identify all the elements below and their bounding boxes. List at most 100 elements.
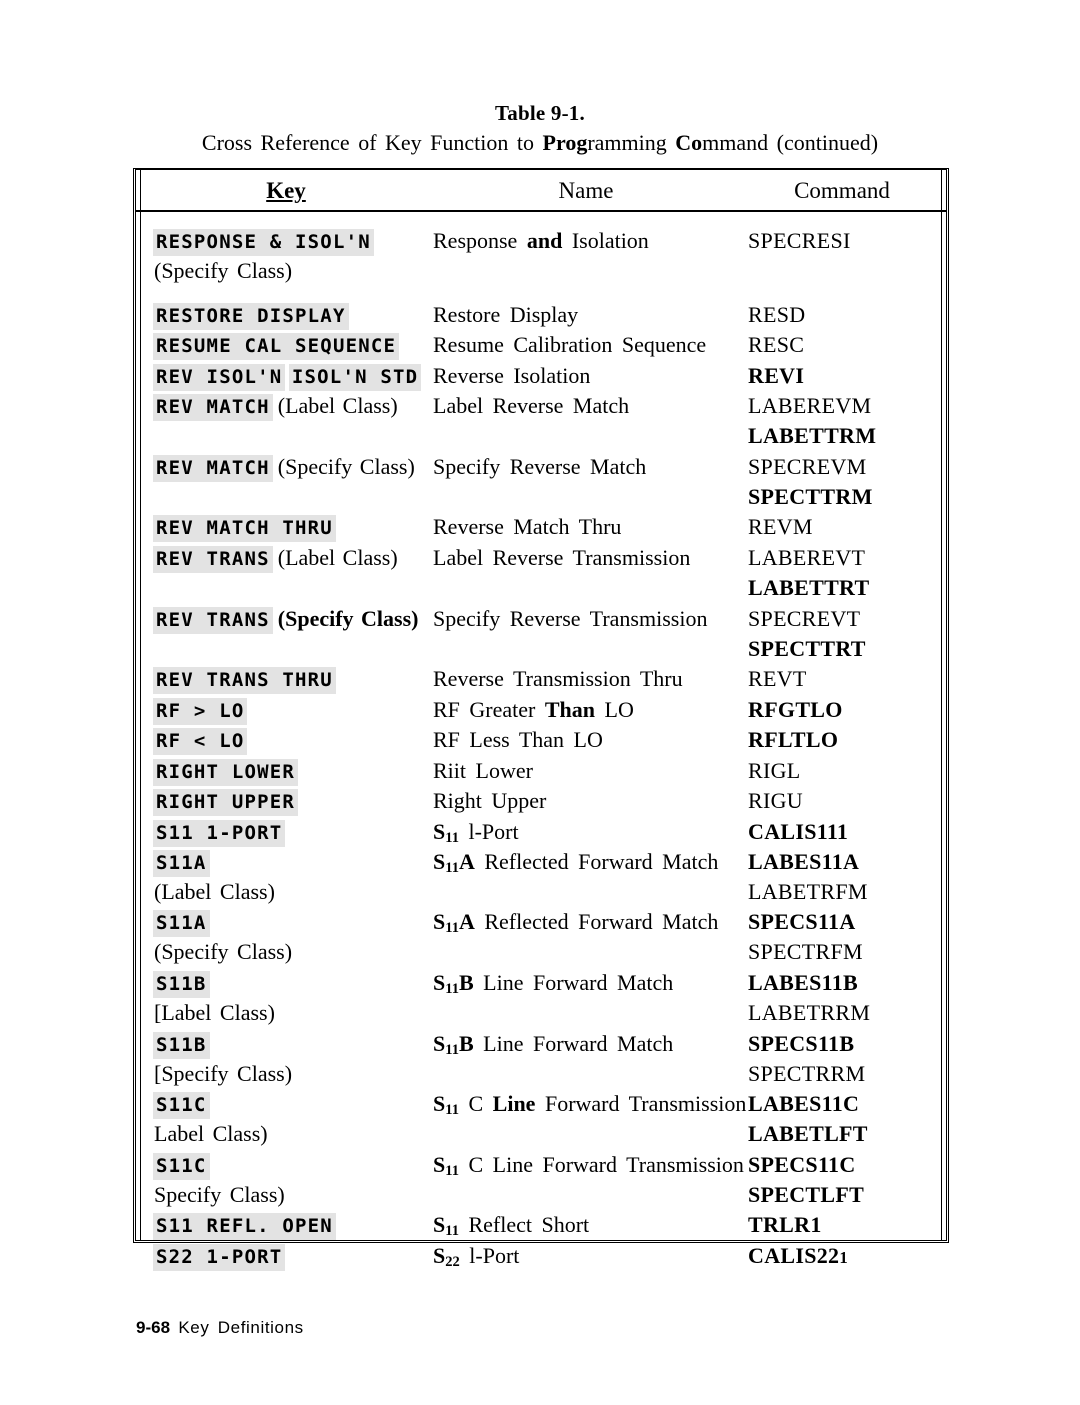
front-panel-key[interactable]: REV MATCH — [154, 456, 272, 481]
key-label-group[interactable]: S11B — [154, 970, 209, 997]
s-parameter-symbol: S11B — [433, 1031, 474, 1059]
front-panel-key[interactable]: S11A — [154, 851, 209, 876]
front-panel-key[interactable]: ISOL'N STD — [289, 365, 421, 390]
key-label-group[interactable]: RF > LO — [154, 697, 247, 724]
front-panel-key[interactable]: S11B — [154, 972, 209, 997]
key-cell[interactable]: RF > LO — [154, 697, 247, 724]
front-panel-key[interactable]: RIGHT LOWER — [154, 760, 298, 785]
key-label-group[interactable]: REV MATCH (Label Class) — [154, 393, 398, 420]
key-cell[interactable]: RESUME CAL SEQUENCE — [154, 332, 399, 359]
front-panel-key[interactable]: REV TRANS THRU — [154, 668, 335, 693]
name-cell: Specify Reverse Transmission — [433, 606, 707, 632]
name-cell: S22 l-Port — [433, 1243, 519, 1275]
key-label-group[interactable]: REV TRANS (Specify Class) — [154, 606, 418, 633]
key-label-group[interactable]: S11B — [154, 1031, 209, 1058]
caption-part-4: (continued) — [776, 130, 879, 155]
key-cell[interactable]: S11 1-PORT — [154, 819, 285, 846]
name-text: Restore Display — [433, 302, 579, 327]
command-cell-secondary: SPECTRFM — [748, 939, 863, 964]
front-panel-key[interactable]: S11C — [154, 1154, 209, 1179]
key-label-group[interactable]: RESPONSE & ISOL'N — [154, 228, 373, 255]
key-label-group[interactable]: RIGHT LOWER — [154, 758, 298, 785]
command-cell: RFLTLO — [748, 727, 839, 752]
key-label-group[interactable]: S11C — [154, 1091, 209, 1118]
front-panel-key[interactable]: REV TRANS — [154, 608, 272, 633]
s-parameter-symbol: S11 — [433, 1212, 459, 1240]
key-label-group[interactable]: RESTORE DISPLAY — [154, 302, 348, 329]
front-panel-key[interactable]: REV MATCH — [154, 395, 272, 420]
front-panel-key[interactable]: RESTORE DISPLAY — [154, 304, 348, 329]
key-cell[interactable]: REV MATCH (Label Class) — [154, 393, 398, 420]
key-cell[interactable]: RF < LO — [154, 727, 247, 754]
key-cell[interactable]: REV ISOL'N ISOL'N STD — [154, 363, 421, 390]
key-cell[interactable]: S11 REFL. OPEN — [154, 1212, 335, 1239]
front-panel-key[interactable]: REV MATCH THRU — [154, 516, 335, 541]
command-cell-secondary: LABETRRM — [748, 1000, 871, 1025]
command-cell: REVI — [748, 363, 805, 388]
key-label-group[interactable]: S11 1-PORT — [154, 819, 285, 846]
key-class-qualifier-line: [Label Class) — [154, 1000, 275, 1025]
front-panel-key[interactable]: S22 1-PORT — [154, 1245, 285, 1270]
front-panel-key[interactable]: S11C — [154, 1093, 209, 1118]
front-panel-key[interactable]: RESUME CAL SEQUENCE — [154, 334, 399, 359]
key-label-group[interactable]: S11 REFL. OPEN — [154, 1212, 335, 1239]
key-cell[interactable]: REV TRANS (Label Class) — [154, 545, 398, 572]
key-cell[interactable]: REV TRANS THRU — [154, 666, 335, 693]
name-cell: Reverse Transmission Thru — [433, 666, 683, 692]
command-cell: RFGTLO — [748, 697, 843, 722]
front-panel-key[interactable]: S11 1-PORT — [154, 821, 285, 846]
name-text: Riit Lower — [433, 758, 533, 783]
front-panel-key[interactable]: RF < LO — [154, 729, 247, 754]
key-cell[interactable]: RESPONSE & ISOL'N — [154, 228, 373, 255]
front-panel-key[interactable]: RIGHT UPPER — [154, 790, 298, 815]
front-panel-key[interactable]: S11A — [154, 911, 209, 936]
command-cell: SPECS11C — [748, 1152, 856, 1177]
key-label-group[interactable]: S11A — [154, 849, 209, 876]
key-cell[interactable]: REV TRANS (Specify Class) — [154, 606, 418, 633]
key-label-group[interactable]: REV MATCH (Specify Class) — [154, 454, 415, 481]
command-cell: SPECREVM — [748, 454, 867, 479]
command-cell: RESC — [748, 332, 805, 357]
key-cell[interactable]: S11B — [154, 970, 209, 997]
key-cell[interactable]: S11C — [154, 1091, 209, 1118]
page-footer: 9-68 Key Definitions — [136, 1318, 304, 1338]
key-label-group[interactable]: REV ISOL'N ISOL'N STD — [154, 363, 421, 390]
key-label-group[interactable]: REV MATCH THRU — [154, 514, 335, 541]
front-panel-key[interactable]: S11 REFL. OPEN — [154, 1214, 335, 1239]
front-panel-key[interactable]: S11B — [154, 1033, 209, 1058]
key-class-qualifier: (Specify Class) — [277, 454, 415, 479]
key-cell[interactable]: RESTORE DISPLAY — [154, 302, 348, 329]
key-label-group[interactable]: RF < LO — [154, 727, 247, 754]
key-label-group[interactable]: REV TRANS (Label Class) — [154, 545, 398, 572]
front-panel-key[interactable]: REV TRANS — [154, 547, 272, 572]
front-panel-key[interactable]: RESPONSE & ISOL'N — [154, 230, 373, 255]
key-cell[interactable]: RIGHT UPPER — [154, 788, 298, 815]
key-cell[interactable]: REV MATCH THRU — [154, 514, 335, 541]
name-cell: Right Upper — [433, 788, 546, 814]
key-label-group[interactable]: S22 1-PORT — [154, 1243, 285, 1270]
name-cell: S11A Reflected Forward Match — [433, 909, 718, 941]
name-text: Resume Calibration Sequence — [433, 332, 707, 357]
key-cell[interactable]: S11B — [154, 1031, 209, 1058]
key-label-group[interactable]: RIGHT UPPER — [154, 788, 298, 815]
s-parameter-symbol: S11B — [433, 970, 474, 998]
command-cell: LABEREVT — [748, 545, 866, 570]
key-label-group[interactable]: REV TRANS THRU — [154, 666, 335, 693]
key-cell[interactable]: REV MATCH (Specify Class) — [154, 454, 415, 481]
key-cell[interactable]: S11A — [154, 849, 209, 876]
front-panel-key[interactable]: RF > LO — [154, 699, 247, 724]
key-cell[interactable]: RIGHT LOWER — [154, 758, 298, 785]
name-cell: S11B Line Forward Match — [433, 1031, 673, 1063]
key-cell[interactable]: S11C — [154, 1152, 209, 1179]
footer-section-label: Key Definitions — [178, 1318, 304, 1337]
key-cell[interactable]: S11A — [154, 909, 209, 936]
command-cell: TRLR1 — [748, 1212, 822, 1237]
key-label-group[interactable]: RESUME CAL SEQUENCE — [154, 332, 399, 359]
front-panel-key[interactable]: REV ISOL'N — [154, 365, 285, 390]
command-cell: LABES11C — [748, 1091, 860, 1116]
key-label-group[interactable]: S11C — [154, 1152, 209, 1179]
key-label-group[interactable]: S11A — [154, 909, 209, 936]
name-text: Specify Reverse Transmission — [433, 606, 708, 631]
key-cell[interactable]: S22 1-PORT — [154, 1243, 285, 1270]
s-parameter-subscript: 11 — [445, 830, 459, 847]
